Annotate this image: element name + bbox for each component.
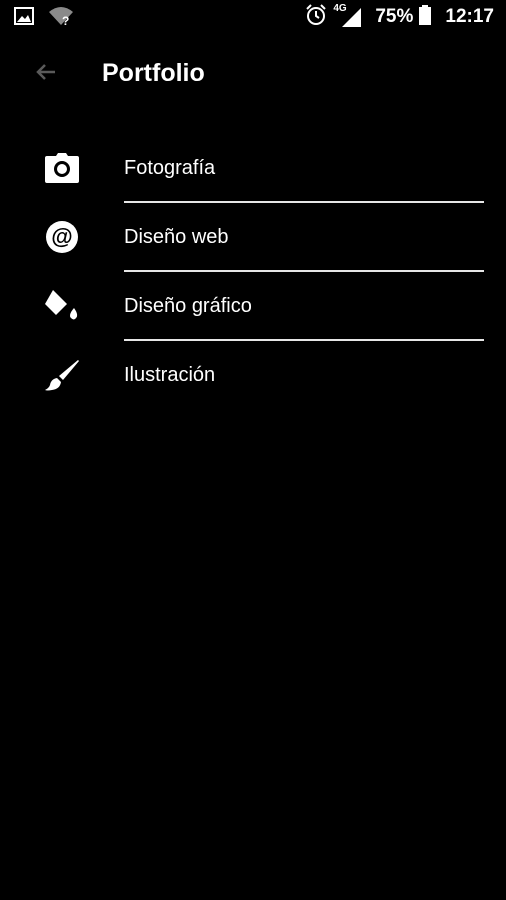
status-right-icons: 4G 75% 12:17 xyxy=(305,3,494,31)
svg-text:?: ? xyxy=(62,14,69,26)
menu-item-fotografia[interactable]: Fotografía xyxy=(0,134,506,203)
status-left-icons: ? xyxy=(14,6,74,26)
svg-text:@: @ xyxy=(51,224,72,249)
image-icon xyxy=(14,7,34,25)
toolbar: Portfolio xyxy=(0,40,506,106)
battery-icon xyxy=(419,4,432,30)
brush-icon xyxy=(42,357,82,393)
paint-bucket-icon xyxy=(42,288,82,324)
camera-icon xyxy=(42,150,82,186)
menu-item-label: Diseño web xyxy=(124,226,229,248)
page-title: Portfolio xyxy=(102,59,205,87)
arrow-back-icon xyxy=(34,60,58,89)
battery-percent: 75% xyxy=(375,6,414,27)
back-button[interactable] xyxy=(26,54,66,94)
menu-item-label: Diseño gráfico xyxy=(124,295,252,317)
at-sign-icon: @ xyxy=(42,219,82,255)
menu-item-diseno-grafico[interactable]: Diseño gráfico xyxy=(0,272,506,341)
menu-item-ilustracion[interactable]: Ilustración xyxy=(0,341,506,410)
clock: 12:17 xyxy=(445,6,494,27)
portfolio-menu: Fotografía @ Diseño web Diseño gráfico I… xyxy=(0,134,506,410)
network-type: 4G xyxy=(333,3,347,14)
status-bar: ? 4G 75% 12:17 xyxy=(0,0,506,34)
menu-item-label: Fotografía xyxy=(124,157,216,179)
menu-item-label: Ilustración xyxy=(124,364,216,386)
signal-4g-icon: 4G xyxy=(333,3,363,28)
menu-item-diseno-web[interactable]: @ Diseño web xyxy=(0,203,506,272)
wifi-unknown-icon: ? xyxy=(48,6,74,26)
alarm-icon xyxy=(305,3,327,31)
